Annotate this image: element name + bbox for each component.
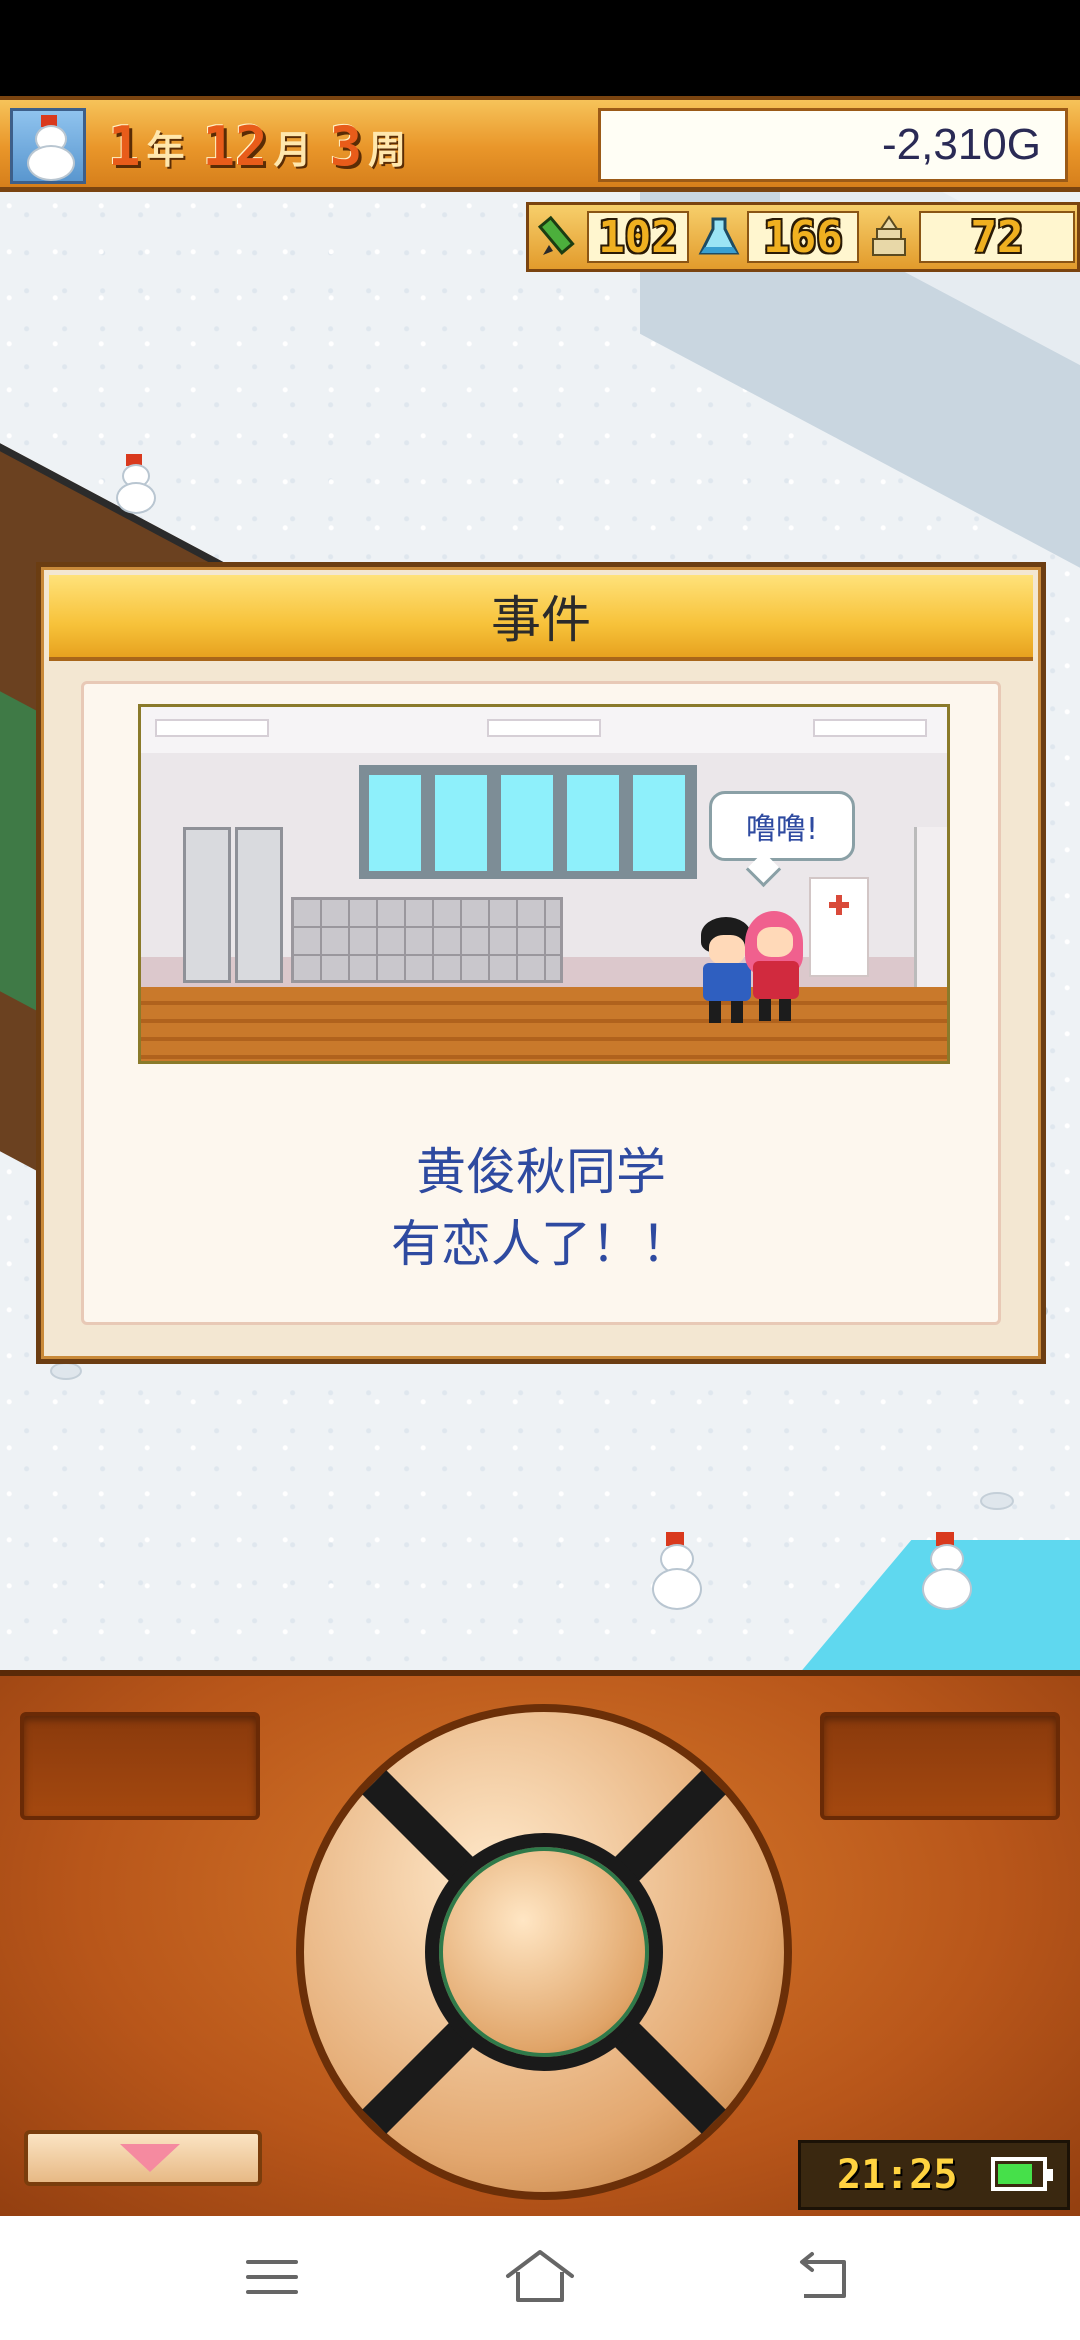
snow-mound [980,1492,1014,1510]
event-title: 事件 [491,591,591,649]
snow-mound [50,1362,82,1380]
menu-icon[interactable] [232,2244,312,2310]
stats-bar: 102 166 72 [526,202,1080,272]
ceiling-light [487,719,601,737]
menu-toggle-button[interactable] [24,2130,262,2186]
back-icon[interactable] [784,2244,864,2310]
scene-door [914,827,947,987]
locker [235,827,283,983]
year-unit: 年 [146,127,185,172]
system-nav-bar [0,2216,1080,2340]
dpad-center-button[interactable] [425,1833,663,2071]
money-display: -2,310G [598,108,1068,182]
tower-icon [867,215,911,259]
battery-tip [1047,2169,1053,2181]
scene-ceiling [141,707,947,756]
pencil-icon [537,215,581,259]
knowledge-stat: 102 [587,211,689,263]
snowman-icon[interactable] [112,454,158,514]
battery-fill [998,2164,1032,2184]
speech-text: 噜噜! [745,812,819,847]
year-value: 1 [108,114,141,178]
week-unit: 周 [368,127,407,172]
month-unit: 月 [273,127,312,172]
student-girl-icon [745,911,805,1027]
battery-icon [991,2157,1053,2191]
window-pane [431,771,491,875]
snowman-avatar-icon[interactable] [10,108,86,184]
month-value: 12 [202,114,268,178]
window-pane [365,771,425,875]
date-display: 1 年 12 月 3 周 [108,110,424,182]
clock-time: 21:25 [837,2152,958,2198]
status-bar [0,0,1080,96]
event-message-line1: 黄俊秋同学 [416,1143,666,1201]
flask-icon [697,215,741,259]
clock-display: 21:25 [798,2140,1070,2210]
window-pane [563,771,623,875]
triangle-down-icon [120,2144,180,2172]
speech-bubble: 噜噜! [709,791,855,861]
left-shoulder-button[interactable] [20,1712,260,1820]
dpad[interactable] [296,1704,792,2200]
event-panel: 噜噜! 黄俊秋同学 有恋人了！！ [81,681,1001,1325]
event-scene-image: 噜噜! [138,704,950,1064]
snowman-icon[interactable] [648,1532,702,1610]
snowman-icon[interactable] [918,1532,972,1610]
event-message: 黄俊秋同学 有恋人了！！ [84,1136,998,1280]
window-pane [629,771,689,875]
event-header: 事件 [49,575,1033,661]
controller-panel: 21:25 [0,1670,1080,2216]
ceiling-light [813,719,927,737]
top-hud: 1 年 12 月 3 周 -2,310G [0,96,1080,192]
scene-floor [141,987,947,1061]
locker [183,827,231,983]
red-cross-icon [829,895,849,915]
money-value: -2,310G [882,120,1041,169]
tower-stat: 72 [919,211,1075,263]
first-aid-poster [809,877,869,977]
week-value: 3 [329,114,363,178]
home-icon[interactable] [500,2244,580,2310]
right-shoulder-button[interactable] [820,1712,1060,1820]
research-stat: 166 [747,211,859,263]
ceiling-light [155,719,269,737]
event-dialog[interactable]: 事件 噜噜! 黄俊秋同学 有恋人了！！ [36,562,1046,1364]
event-message-line2: 有恋人了！！ [391,1215,691,1273]
shoe-cubbies [291,897,563,983]
window-pane [497,771,557,875]
